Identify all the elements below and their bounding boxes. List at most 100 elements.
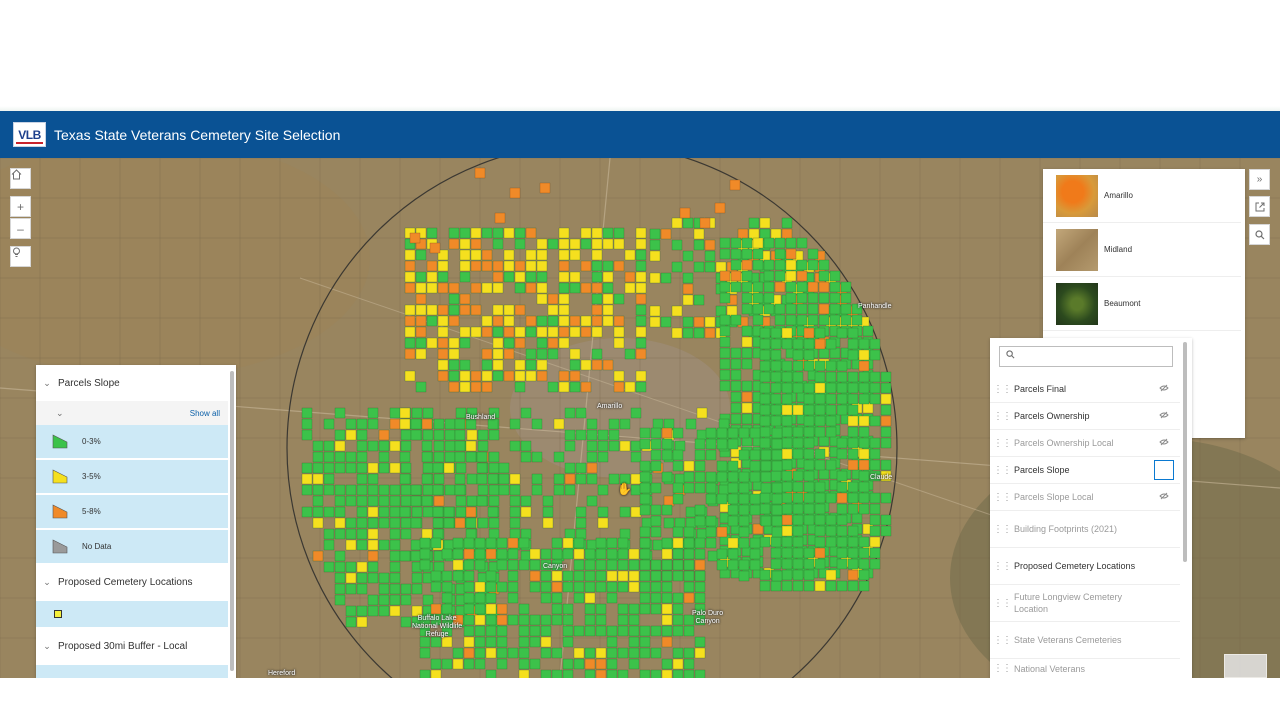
legend-filter-row: ⌄ Show all <box>36 401 228 425</box>
parcel-polygon <box>683 658 695 670</box>
layer-row[interactable]: ⋮⋮ State Veterans Cemeteries <box>990 622 1180 659</box>
parcel-polygon <box>825 569 837 581</box>
layer-list-scrollbar[interactable] <box>1183 342 1187 562</box>
share-button[interactable] <box>1249 196 1270 217</box>
layer-row[interactable]: ⋮⋮ Parcels Ownership Local <box>990 430 1180 457</box>
parcel-polygon <box>389 561 401 573</box>
overview-map[interactable] <box>1224 654 1267 678</box>
layer-row[interactable]: ⋮⋮ National Veterans <box>990 659 1180 678</box>
layer-row[interactable]: ⋮⋮ Future Longview Cemetery Location <box>990 585 1180 622</box>
legend-group-buffer[interactable]: ⌄ Proposed 30mi Buffer - Local <box>36 628 228 664</box>
legend-item-3-5[interactable]: 3-5% <box>36 460 228 493</box>
legend-item-5-8[interactable]: 5-8% <box>36 495 228 528</box>
parcel-polygon <box>573 570 585 582</box>
parcel-polygon <box>410 517 422 529</box>
legend-item-cemetery[interactable] <box>36 601 228 627</box>
legend-group-proposed-cemetery[interactable]: ⌄ Proposed Cemetery Locations <box>36 564 228 600</box>
parcel-polygon <box>617 559 629 571</box>
parcel-polygon <box>507 614 519 626</box>
locate-button[interactable] <box>10 246 31 267</box>
parcel-polygon <box>514 304 526 316</box>
parcel-polygon <box>503 337 515 349</box>
parcel-polygon <box>858 437 870 449</box>
parcel-polygon <box>613 227 625 239</box>
zoom-out-button[interactable]: – <box>10 218 31 239</box>
basemap-item-beaumont[interactable]: Beaumont <box>1043 277 1241 331</box>
parcel-polygon <box>771 570 783 582</box>
layer-name: Building Footprints (2021) <box>1014 524 1118 534</box>
parcel-polygon <box>580 227 592 239</box>
layer-visibility-checkbox[interactable] <box>1154 460 1174 480</box>
parcel-polygon <box>771 449 783 461</box>
parcel-polygon <box>818 435 830 447</box>
legend-item-0-3[interactable]: 0-3% <box>36 425 228 458</box>
drag-handle-icon[interactable]: ⋮⋮ <box>990 438 1014 449</box>
parcel-polygon <box>635 381 647 393</box>
parcel-polygon <box>613 337 625 349</box>
layer-row[interactable]: ⋮⋮ Parcels Slope <box>990 457 1180 484</box>
search-button[interactable] <box>1249 224 1270 245</box>
basemap-item-midland[interactable]: Midland <box>1043 223 1241 277</box>
legend-group-parcels-slope[interactable]: ⌄ Parcels Slope <box>36 365 228 401</box>
parcel-polygon <box>481 348 493 360</box>
parcel-polygon <box>419 537 431 549</box>
parcel-polygon <box>803 426 815 438</box>
expand-button[interactable]: » <box>1249 169 1270 190</box>
parcel-polygon <box>378 440 390 452</box>
show-all-link[interactable]: Show all <box>190 409 220 418</box>
legend-item-buffer[interactable] <box>36 665 228 678</box>
eye-off-icon[interactable] <box>1154 384 1174 394</box>
parcel-polygon <box>507 581 519 593</box>
drag-handle-icon[interactable]: ⋮⋮ <box>990 524 1014 535</box>
drag-handle-icon[interactable]: ⋮⋮ <box>990 465 1014 476</box>
parcel-polygon <box>518 669 530 678</box>
parcel-polygon <box>452 570 464 582</box>
parcel-polygon <box>685 418 697 430</box>
parcel-polygon <box>415 304 427 316</box>
parcel-polygon <box>551 592 563 604</box>
drag-handle-icon[interactable]: ⋮⋮ <box>990 635 1014 646</box>
home-button[interactable] <box>10 168 31 189</box>
basemap-item-amarillo[interactable]: Amarillo <box>1043 169 1241 223</box>
parcel-polygon <box>345 462 357 474</box>
zoom-in-button[interactable]: + <box>10 196 31 217</box>
parcel-polygon <box>661 625 673 637</box>
parcel-polygon <box>525 282 537 294</box>
parcel-polygon <box>639 581 651 593</box>
eye-off-icon[interactable] <box>1154 438 1174 448</box>
parcel-polygon <box>419 548 431 560</box>
parcel-polygon <box>781 327 793 339</box>
chevron-down-icon[interactable]: ⌄ <box>56 408 64 419</box>
parcel-polygon <box>672 449 684 461</box>
drag-handle-icon[interactable]: ⋮⋮ <box>990 561 1014 572</box>
drag-handle-icon[interactable]: ⋮⋮ <box>990 598 1014 609</box>
drag-handle-icon[interactable]: ⋮⋮ <box>990 663 1014 674</box>
eye-off-icon[interactable] <box>1154 492 1174 502</box>
layer-row[interactable]: ⋮⋮ Proposed Cemetery Locations <box>990 548 1180 585</box>
legend-item-no-data[interactable]: No Data <box>36 530 228 563</box>
parcel-polygon <box>514 370 526 382</box>
drag-handle-icon[interactable]: ⋮⋮ <box>990 492 1014 503</box>
parcel-polygon <box>880 492 892 504</box>
layer-row[interactable]: ⋮⋮ Building Footprints (2021) <box>990 511 1180 548</box>
layer-row[interactable]: ⋮⋮ Parcels Ownership <box>990 403 1180 430</box>
layer-search-input[interactable] <box>999 346 1173 367</box>
parcel-polygon <box>635 348 647 360</box>
parcel-polygon <box>836 360 848 372</box>
parcel-polygon <box>608 429 620 441</box>
layer-row[interactable]: ⋮⋮ Parcels Slope Local <box>990 484 1180 511</box>
parcel-polygon <box>323 539 335 551</box>
parcel-polygon <box>389 550 401 562</box>
parcel-polygon <box>727 460 739 472</box>
parcel-polygon <box>741 325 753 337</box>
legend-scrollbar[interactable] <box>230 371 234 671</box>
layer-row[interactable]: ⋮⋮ Parcels Final <box>990 376 1180 403</box>
parcel-polygon <box>694 647 706 659</box>
eye-off-icon[interactable] <box>1154 411 1174 421</box>
parcel-polygon <box>463 603 475 615</box>
drag-handle-icon[interactable]: ⋮⋮ <box>990 411 1014 422</box>
parcel-polygon <box>869 547 881 559</box>
parcel-polygon <box>481 227 493 239</box>
drag-handle-icon[interactable]: ⋮⋮ <box>990 384 1014 395</box>
parcel-polygon <box>836 492 848 504</box>
